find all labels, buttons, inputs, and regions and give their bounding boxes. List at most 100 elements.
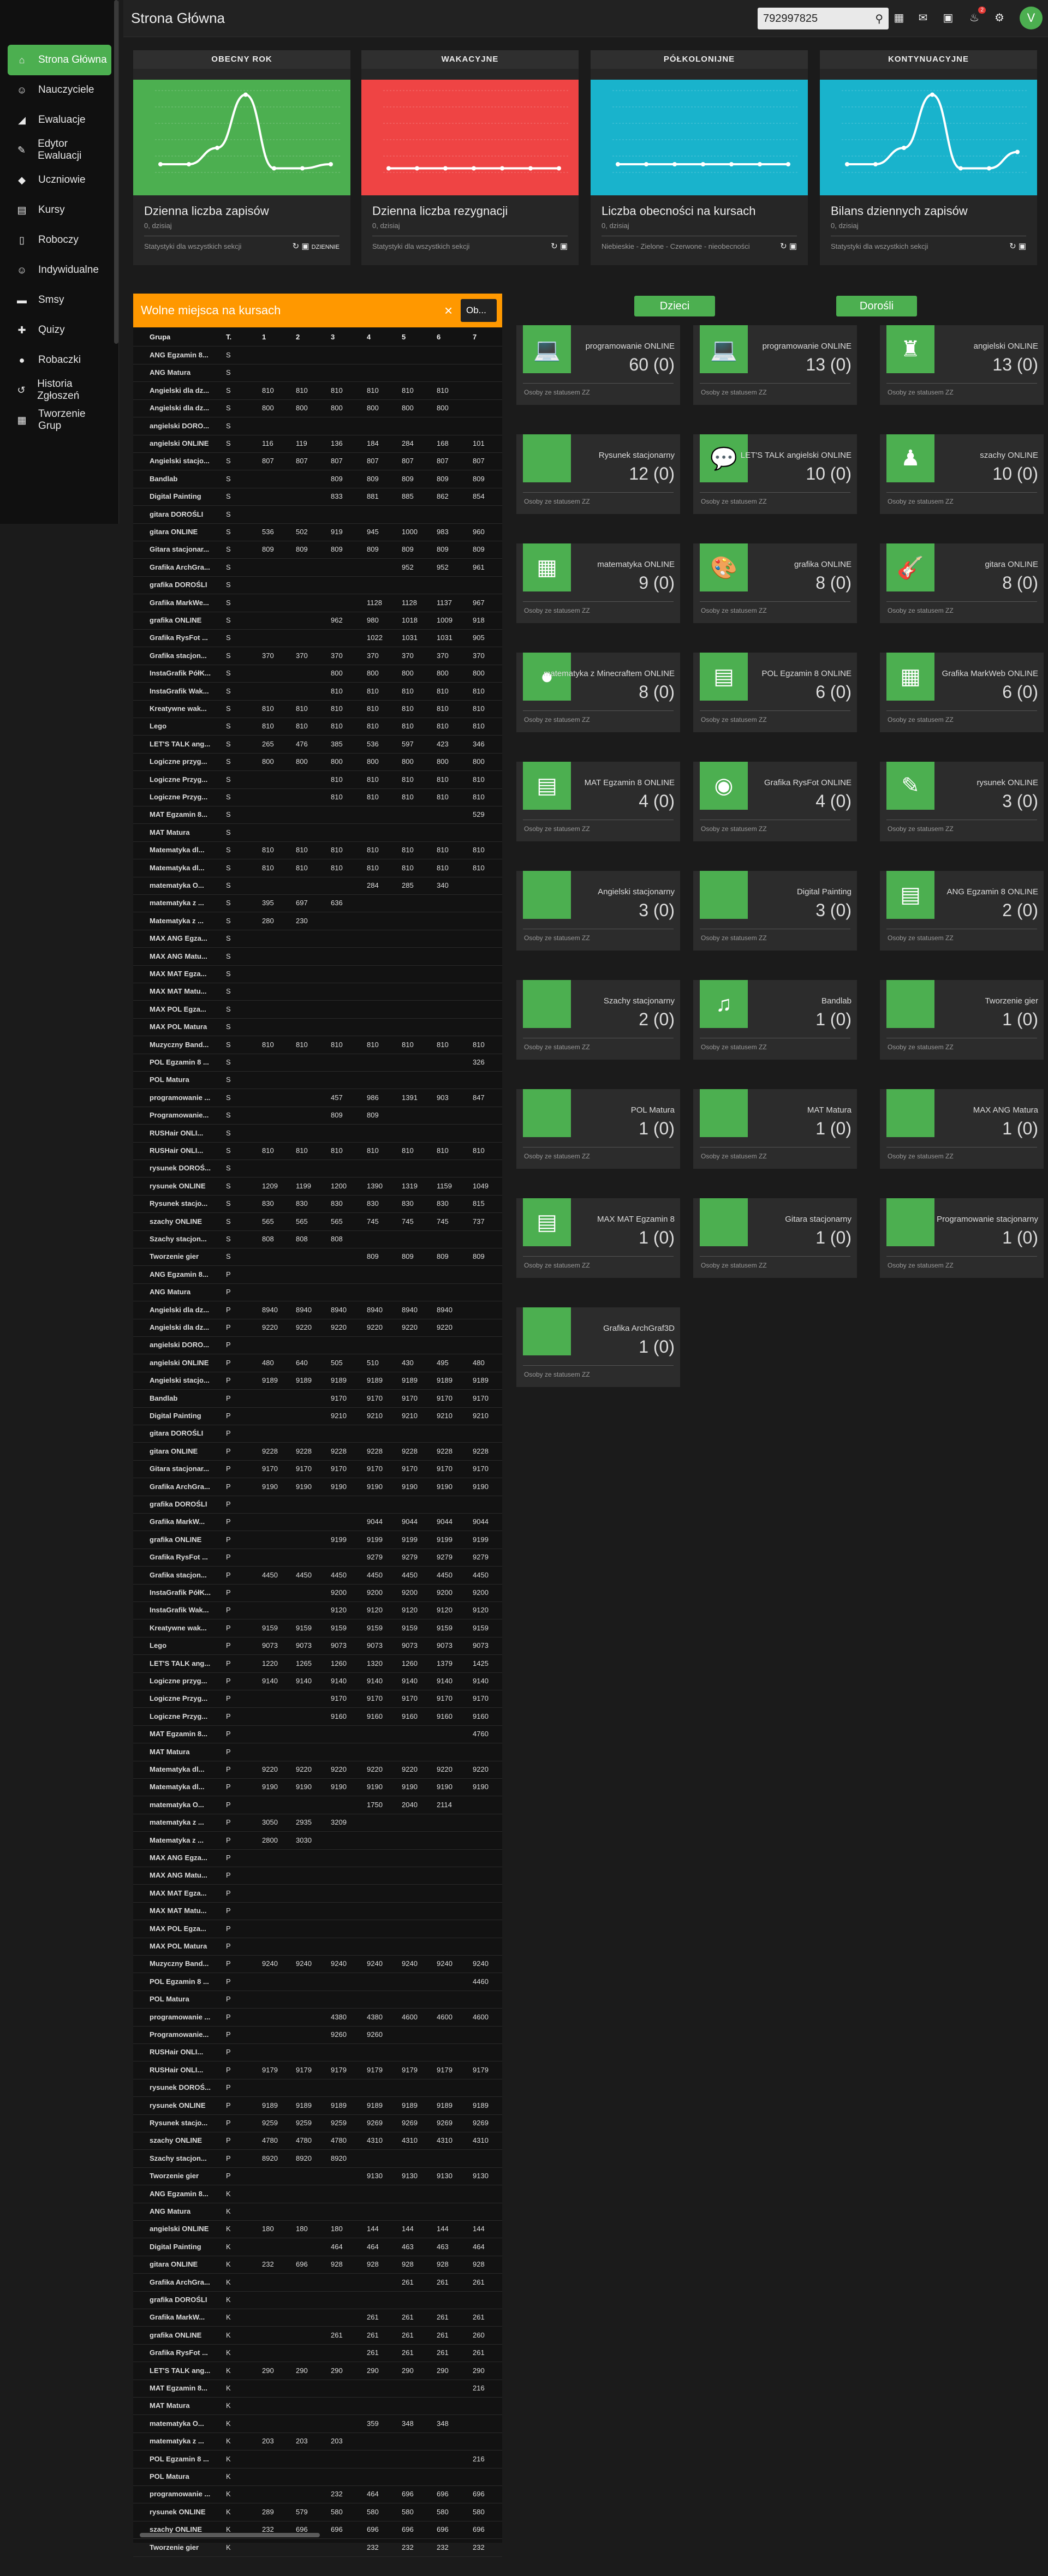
- row-cell: 580: [437, 2507, 449, 2516]
- tab-kids[interactable]: Dzieci: [634, 296, 715, 316]
- sidebar-item-3[interactable]: ✎ Edytor Ewaluacji: [8, 135, 111, 165]
- course-card[interactable]: ● matematyka z Minecraftem ONLINE 8 (0) Oso…: [516, 653, 680, 732]
- course-card[interactable]: MAX ANG Matura 1 (0) Osoby ze statusem ZZ: [880, 1089, 1044, 1169]
- row-cell: S: [226, 510, 231, 518]
- refresh-icon[interactable]: ↻: [551, 242, 560, 251]
- course-card[interactable]: ♜ angielski ONLINE 13 (0) Osoby ze statusem…: [880, 325, 1044, 405]
- row-cell: 9044: [437, 1517, 452, 1526]
- table-row: MAX ANG Matu... P: [133, 1867, 502, 1885]
- column-header[interactable]: 3: [331, 333, 335, 341]
- course-card[interactable]: Grafika ArchGraf3D 1 (0) Osoby ze statusem…: [516, 1307, 680, 1387]
- row-cell: 4780: [296, 2136, 312, 2145]
- sidebar-item-12[interactable]: ▦ Tworzenie Grup: [8, 405, 111, 435]
- course-card[interactable]: ▦ matematyka ONLINE 9 (0) Osoby ze statusem…: [516, 543, 680, 623]
- course-card[interactable]: ▤ POL Egzamin 8 ONLINE 6 (0) Osoby ze statu…: [693, 653, 857, 732]
- puzzle-icon: ✚: [17, 324, 26, 336]
- course-card[interactable]: 💻 programowanie ONLINE 13 (0) Osoby ze stat…: [693, 325, 857, 405]
- course-card[interactable]: Rysunek stacjonarny 12 (0) Osoby ze status…: [516, 434, 680, 514]
- course-card[interactable]: Programowanie stacjonarny 1 (0) Osoby ze s…: [880, 1198, 1044, 1278]
- course-card[interactable]: Digital Painting 3 (0) Osoby ze statusem Z…: [693, 871, 857, 951]
- course-card[interactable]: ▤ MAX MAT Egzamin 8 1 (0) Osoby ze statusem…: [516, 1198, 680, 1278]
- sidebar-item-0[interactable]: ⌂ Strona Główna: [8, 45, 111, 75]
- column-header[interactable]: 7: [473, 333, 477, 341]
- column-header[interactable]: T.: [226, 333, 231, 341]
- row-cell: 810: [331, 846, 343, 854]
- column-header[interactable]: Grupa: [150, 333, 170, 341]
- sidebar-item-1[interactable]: ☺ Nauczyciele: [8, 75, 111, 105]
- course-card[interactable]: ✎ rysunek ONLINE 3 (0) Osoby ze statusem ZZ: [880, 762, 1044, 841]
- course-card[interactable]: 💬 LET'S TALK angielski ONLINE 10 (0) Osoby …: [693, 434, 857, 514]
- course-card[interactable]: 💻 programowanie ONLINE 60 (0) Osoby ze stat…: [516, 325, 680, 405]
- sidebar-item-9[interactable]: ✚ Quizy: [8, 315, 111, 345]
- table-row: Gitara stacjonar... P 9170 9170 9170 9170 9170…: [133, 1460, 502, 1479]
- bell-icon[interactable]: ♨ 2: [967, 7, 986, 25]
- column-header[interactable]: 6: [437, 333, 440, 341]
- row-group-name: POL Matura: [150, 2472, 189, 2481]
- row-cell: P: [226, 1747, 231, 1756]
- kpi-point: [329, 162, 333, 166]
- table-scrollbar[interactable]: [140, 2533, 320, 2537]
- calendar-icon[interactable]: ▦: [892, 11, 906, 25]
- course-card[interactable]: ▤ ANG Egzamin 8 ONLINE 2 (0) Osoby ze statu…: [880, 871, 1044, 951]
- row-cell: 808: [331, 1235, 343, 1243]
- tab-adults[interactable]: Dorośli: [836, 296, 917, 316]
- course-card[interactable]: ♟ szachy ONLINE 10 (0) Osoby ze statusem ZZ: [880, 434, 1044, 514]
- close-icon[interactable]: ×: [444, 302, 452, 319]
- course-card[interactable]: ▤ MAT Egzamin 8 ONLINE 4 (0) Osoby ze statu…: [516, 762, 680, 841]
- row-cell: S: [226, 581, 231, 589]
- column-header[interactable]: 1: [262, 333, 266, 341]
- course-card[interactable]: 🎨 grafika ONLINE 8 (0) Osoby ze statusem ZZ: [693, 543, 857, 623]
- course-card[interactable]: POL Matura 1 (0) Osoby ze statusem ZZ: [516, 1089, 680, 1169]
- course-card[interactable]: ♫ Bandlab 1 (0) Osoby ze statusem ZZ: [693, 980, 857, 1060]
- row-cell: 359: [367, 2419, 379, 2428]
- row-cell: 9130: [437, 2172, 452, 2180]
- row-cell: 261: [437, 2348, 449, 2357]
- sidebar-scrollbar[interactable]: [114, 0, 118, 344]
- gear-icon[interactable]: ⚙: [992, 11, 1007, 25]
- course-card[interactable]: ▦ Grafika MarkWeb ONLINE 6 (0) Osoby ze sta…: [880, 653, 1044, 732]
- sidebar-item-11[interactable]: ↺ Historia Zgłoszeń: [8, 375, 111, 405]
- row-cell: K: [226, 2419, 231, 2428]
- image-icon[interactable]: ▣: [789, 242, 797, 251]
- sidebar-item-4[interactable]: ◆ Uczniowie: [8, 165, 111, 195]
- column-header[interactable]: 5: [402, 333, 406, 341]
- row-cell: 9140: [367, 1677, 383, 1685]
- row-group-name: Grafika ArchGra...: [150, 1482, 210, 1491]
- refresh-icon[interactable]: ↻: [780, 242, 789, 251]
- sidebar-item-5[interactable]: ▤ Kursy: [8, 195, 111, 225]
- course-card[interactable]: Tworzenie gier 1 (0) Osoby ze statusem ZZ: [880, 980, 1044, 1060]
- search-icon[interactable]: ⚲: [875, 12, 883, 26]
- mail-icon[interactable]: ✉: [916, 11, 930, 25]
- sidebar-item-10[interactable]: ● Robaczki: [8, 345, 111, 375]
- table-row: MAX ANG Egza... S: [133, 930, 502, 948]
- kpi-extra[interactable]: DZIENNIE: [312, 244, 340, 250]
- sidebar-item-8[interactable]: ▬ Smsy: [8, 285, 111, 315]
- image-icon[interactable]: ▣: [560, 242, 568, 251]
- column-header[interactable]: 2: [296, 333, 300, 341]
- course-card[interactable]: MAT Matura 1 (0) Osoby ze statusem ZZ: [693, 1089, 857, 1169]
- table-row: Matematyka dl... S 810 810 810 810 810 810 810: [133, 841, 502, 860]
- row-cell: 326: [473, 1058, 485, 1066]
- row-group-name: Rysunek stacjo...: [150, 1199, 208, 1208]
- course-card[interactable]: ◉ Grafika RysFot ONLINE 4 (0) Osoby ze stat…: [693, 762, 857, 841]
- course-card[interactable]: Szachy stacjonarny 2 (0) Osoby ze statusem…: [516, 980, 680, 1060]
- avatar[interactable]: V: [1020, 7, 1043, 29]
- refresh-icon[interactable]: ↻: [293, 242, 302, 251]
- refresh-icon[interactable]: ↻: [1009, 242, 1019, 251]
- panel-action-button[interactable]: Ob...: [461, 299, 497, 322]
- sidebar-item-7[interactable]: ☺ Indywidualne: [8, 255, 111, 285]
- row-group-name: Angielski dla dz...: [150, 1305, 210, 1314]
- sidebar-item-6[interactable]: ▯ Roboczy: [8, 225, 111, 255]
- course-card[interactable]: 🎸 gitara ONLINE 8 (0) Osoby ze statusem ZZ: [880, 543, 1044, 623]
- search-input[interactable]: 792997825 ⚲: [758, 8, 889, 29]
- image-icon[interactable]: ▣: [1019, 242, 1026, 251]
- megaphone-icon: ◢: [18, 114, 26, 125]
- table-row: MAT Egzamin 8... S 529: [133, 806, 502, 824]
- course-card[interactable]: Angielski stacjonarny 3 (0) Osoby ze statu…: [516, 871, 680, 951]
- column-header[interactable]: 4: [367, 333, 371, 341]
- image-icon[interactable]: ▣: [301, 242, 311, 251]
- chat-icon[interactable]: ▣: [941, 11, 955, 25]
- table-row: Grafika RysFot ... S 1022 1031 1031 905: [133, 629, 502, 648]
- course-card[interactable]: Gitara stacjonarny 1 (0) Osoby ze statusem…: [693, 1198, 857, 1278]
- sidebar-item-2[interactable]: ◢ Ewaluacje: [8, 105, 111, 135]
